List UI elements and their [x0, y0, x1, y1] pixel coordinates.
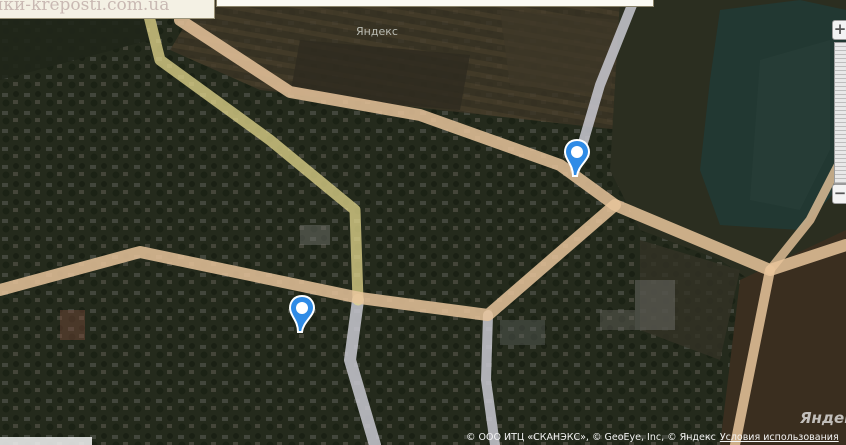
- copyright-text: © ООО ИТЦ «СКАНЭКС», © GeoEye, Inc, © Ян…: [466, 432, 716, 443]
- copyright-bar: © ООО ИТЦ «СКАНЭКС», © GeoEye, Inc, © Ян…: [466, 431, 846, 445]
- site-banner: ики-kreposti.com.ua: [0, 0, 215, 19]
- scale-bar: [0, 437, 92, 445]
- map-watermark: Яндекс: [356, 25, 398, 38]
- site-banner-text: ики-kreposti.com.ua: [0, 0, 170, 15]
- pin-icon: [288, 294, 316, 333]
- map-marker-south[interactable]: [288, 294, 316, 334]
- zoom-control[interactable]: + −: [832, 20, 846, 206]
- yandex-logo: Яндекс: [800, 409, 846, 427]
- zoom-out-button[interactable]: −: [832, 184, 846, 204]
- road-minor-center: [481, 310, 500, 445]
- road-overlay: [0, 0, 846, 445]
- road-main-east: [730, 265, 775, 445]
- pin-icon: [563, 138, 591, 177]
- map-marker-north[interactable]: [563, 138, 591, 178]
- road-minor-south: [344, 294, 381, 445]
- zoom-slider[interactable]: [834, 42, 846, 184]
- search-box[interactable]: [216, 0, 654, 7]
- terms-link[interactable]: Условия использования: [720, 432, 839, 443]
- zoom-in-button[interactable]: +: [832, 20, 846, 40]
- map-container[interactable]: ики-kreposti.com.ua Яндекс + − Яндекс © …: [0, 0, 846, 445]
